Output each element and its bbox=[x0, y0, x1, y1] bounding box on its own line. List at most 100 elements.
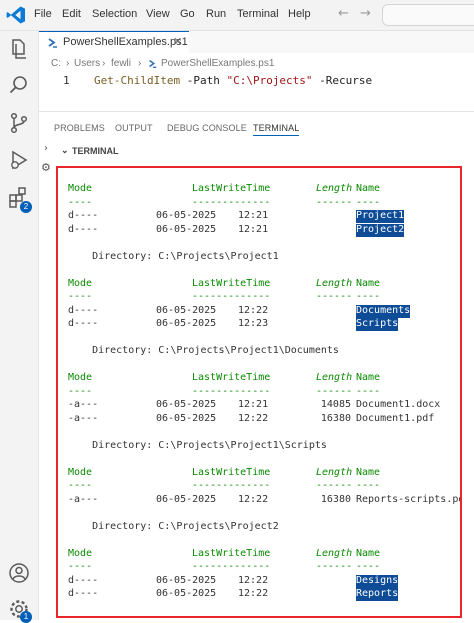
menu-file[interactable]: File bbox=[34, 8, 52, 20]
editor-tab[interactable]: PowerShellExamples.ps1 ✕ bbox=[39, 31, 189, 54]
account-icon[interactable] bbox=[7, 561, 31, 585]
item-mode: -a--- bbox=[68, 493, 99, 505]
chevron-right-icon: › bbox=[138, 58, 142, 69]
header-underline: ---- bbox=[356, 561, 381, 572]
command-center-search[interactable] bbox=[382, 4, 474, 26]
column-header-lastwritetime: LastWriteTime bbox=[192, 372, 271, 383]
chevron-right-icon: › bbox=[66, 58, 70, 69]
item-date: 06-05-2025 bbox=[156, 223, 217, 235]
item-mode: -a--- bbox=[68, 412, 99, 424]
menu-go[interactable]: Go bbox=[180, 8, 195, 20]
chevron-right-icon: › bbox=[102, 58, 106, 69]
explorer-icon[interactable] bbox=[7, 37, 31, 61]
code-cmdlet: Get-ChildItem bbox=[94, 74, 181, 87]
activity-bar: 2 1 bbox=[0, 31, 39, 623]
tab-output[interactable]: OUTPUT bbox=[115, 123, 153, 133]
menu-edit[interactable]: Edit bbox=[62, 8, 81, 20]
panel-divider[interactable] bbox=[39, 111, 474, 112]
directory-line: Directory: C:\Projects\Project1 bbox=[68, 250, 279, 262]
close-icon[interactable]: ✕ bbox=[173, 35, 182, 48]
arrow-right-icon[interactable]: → bbox=[360, 6, 371, 21]
arrow-left-icon[interactable]: ← bbox=[338, 6, 349, 21]
item-length: 16380 bbox=[320, 493, 351, 505]
header-underline: ------ bbox=[316, 480, 353, 491]
header-underline: ---- bbox=[356, 291, 381, 302]
powershell-file-icon bbox=[149, 59, 157, 68]
item-mode: d---- bbox=[68, 210, 99, 221]
panel-tabs: PROBLEMS OUTPUT DEBUG CONSOLE TERMINAL bbox=[39, 118, 474, 140]
item-length: 14085 bbox=[320, 399, 351, 410]
tab-terminal[interactable]: TERMINAL bbox=[253, 123, 300, 136]
menu-help[interactable]: Help bbox=[288, 8, 311, 20]
item-time: 12:22 bbox=[238, 588, 269, 599]
header-underline: ------------- bbox=[192, 196, 271, 208]
item-date: 06-05-2025 bbox=[156, 210, 217, 221]
item-mode: d---- bbox=[68, 318, 99, 329]
search-icon[interactable] bbox=[7, 73, 31, 97]
terminal-section-header[interactable]: ⌄ TERMINAL bbox=[39, 142, 474, 160]
item-time: 12:22 bbox=[238, 574, 269, 586]
item-name: Designs bbox=[356, 574, 399, 588]
terminal-output[interactable]: Mode LastWriteTime Length Name ---- ---------… bbox=[58, 168, 460, 616]
item-name: Reports bbox=[356, 588, 399, 601]
item-mode: d---- bbox=[68, 588, 99, 599]
header-underline: ---- bbox=[356, 480, 381, 491]
column-header-length: Length bbox=[316, 372, 353, 383]
tab-problems[interactable]: PROBLEMS bbox=[54, 123, 105, 133]
item-mode: -a--- bbox=[68, 399, 99, 410]
header-underline: ------ bbox=[316, 196, 353, 208]
extensions-badge: 2 bbox=[20, 201, 32, 213]
header-underline: ------------- bbox=[192, 291, 271, 302]
tab-debug-console[interactable]: DEBUG CONSOLE bbox=[167, 123, 247, 133]
gear-icon[interactable]: ⚙ bbox=[41, 161, 51, 174]
editor-tab-strip: PowerShellExamples.ps1 ✕ bbox=[39, 31, 474, 54]
item-date: 06-05-2025 bbox=[156, 399, 217, 410]
breadcrumb-drive[interactable]: C: bbox=[51, 58, 61, 69]
menu-view[interactable]: View bbox=[146, 8, 170, 20]
header-underline: ---- bbox=[356, 196, 381, 208]
header-underline: ---- bbox=[68, 196, 93, 208]
item-date: 06-05-2025 bbox=[156, 588, 217, 599]
item-time: 12:21 bbox=[238, 210, 269, 221]
directory-line: Directory: C:\Projects\Project1\Document… bbox=[68, 345, 339, 356]
item-time: 12:22 bbox=[238, 412, 269, 424]
menu-terminal[interactable]: Terminal bbox=[237, 8, 279, 20]
code-string: "C:\Projects" bbox=[226, 74, 313, 87]
item-name: Project2 bbox=[356, 223, 405, 237]
line-number: 1 bbox=[63, 74, 70, 87]
settings-badge: 1 bbox=[20, 611, 32, 623]
source-control-icon[interactable] bbox=[7, 111, 31, 135]
item-name: Project1 bbox=[356, 210, 405, 223]
column-header-mode: Mode bbox=[68, 547, 93, 559]
item-time: 12:21 bbox=[238, 399, 269, 410]
code-text: Get-ChildItem -Path "C:\Projects" -Recur… bbox=[94, 74, 372, 87]
run-debug-icon[interactable] bbox=[7, 148, 31, 172]
code-line[interactable]: 1 Get-ChildItem -Path "C:\Projects" -Rec… bbox=[39, 73, 474, 89]
breadcrumb-file[interactable]: PowerShellExamples.ps1 bbox=[161, 58, 274, 69]
item-name: Documents bbox=[356, 304, 411, 318]
column-header-mode: Mode bbox=[68, 372, 93, 383]
item-date: 06-05-2025 bbox=[156, 412, 217, 424]
header-underline: ------ bbox=[316, 291, 353, 302]
header-underline: ---- bbox=[68, 480, 93, 491]
column-header-mode: Mode bbox=[68, 466, 93, 478]
breadcrumb-user[interactable]: fewli bbox=[111, 58, 131, 69]
powershell-file-icon bbox=[48, 38, 57, 48]
breadcrumb-users[interactable]: Users bbox=[74, 58, 100, 69]
column-header-name: Name bbox=[356, 372, 381, 383]
menu-run[interactable]: Run bbox=[206, 8, 226, 20]
column-header-length: Length bbox=[316, 183, 353, 194]
directory-line: Directory: C:\Projects\Project1\Scripts bbox=[68, 439, 327, 451]
header-underline: ------------- bbox=[192, 561, 271, 572]
directory-line: Directory: C:\Projects\Project2 bbox=[68, 520, 279, 532]
menu-selection[interactable]: Selection bbox=[92, 8, 137, 20]
item-name: Document1.pdf bbox=[356, 412, 435, 424]
title-bar: File Edit Selection View Go Run Terminal… bbox=[0, 0, 474, 31]
item-mode: d---- bbox=[68, 304, 99, 316]
item-date: 06-05-2025 bbox=[156, 493, 217, 505]
item-date: 06-05-2025 bbox=[156, 574, 217, 586]
item-time: 12:21 bbox=[238, 223, 269, 235]
column-header-mode: Mode bbox=[68, 277, 93, 289]
column-header-mode: Mode bbox=[68, 183, 93, 194]
item-time: 12:22 bbox=[238, 304, 269, 316]
